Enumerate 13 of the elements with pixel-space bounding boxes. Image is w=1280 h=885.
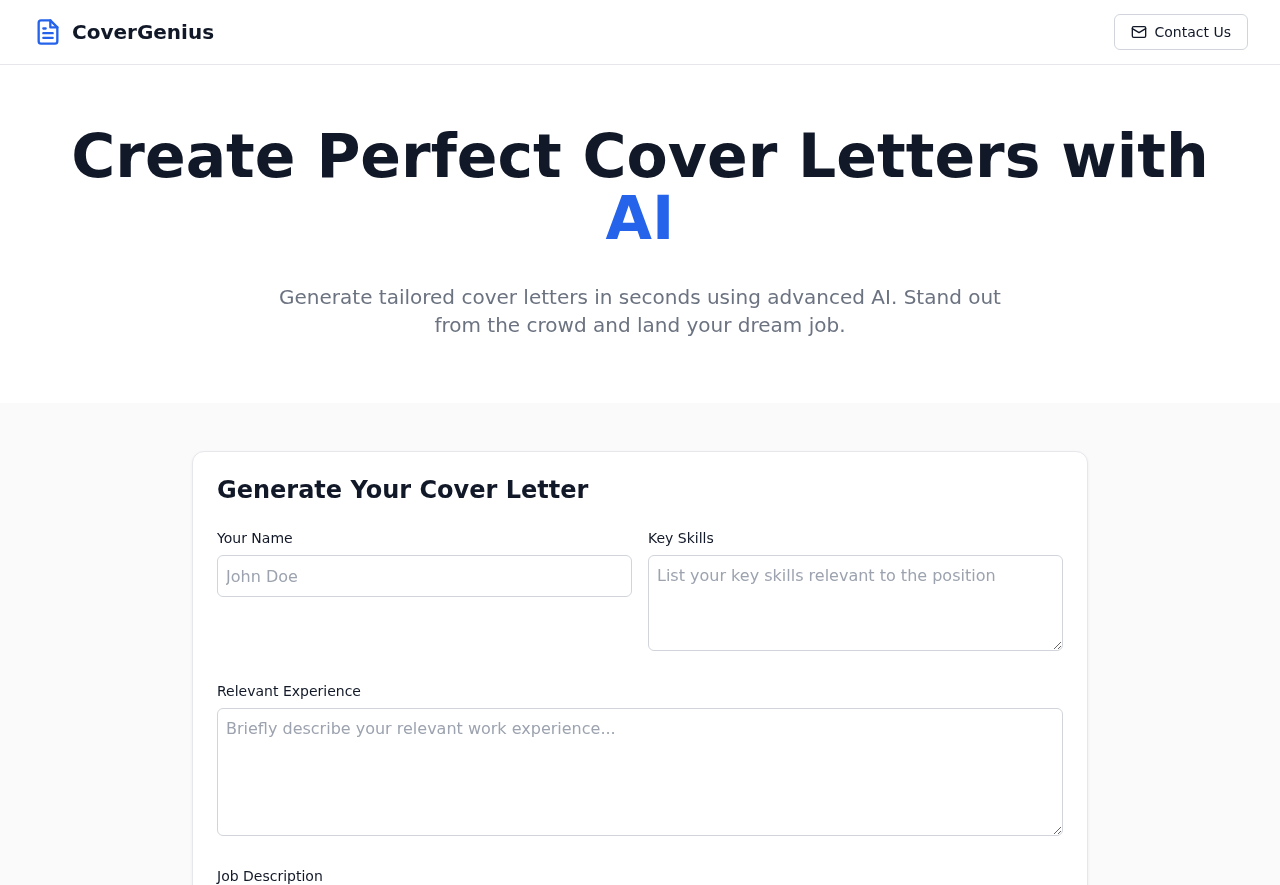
- hero-subtitle: Generate tailored cover letters in seconds using advanced AI. Stand out from the crowd and land your dream job.: [278, 284, 1002, 339]
- text-area[interactable]: List your key skills relevant to the position: [648, 555, 1063, 651]
- mail-icon: [1130, 24, 1147, 40]
- contact-button[interactable]: Contact Us: [1113, 14, 1248, 50]
- text-area[interactable]: Briefly describe your relevant work experience...: [217, 708, 1063, 836]
- field-label: Your Name: [217, 530, 294, 546]
- input-field[interactable]: John Doe: [217, 555, 632, 597]
- field-label: Job Description: [217, 868, 324, 884]
- field-label: Relevant Experience: [217, 683, 362, 699]
- field-label: Key Skills: [648, 530, 715, 546]
- hero-title: Create Perfect Cover Letters with AI: [70, 125, 1210, 249]
- brand-name: CoverGenius: [72, 20, 215, 44]
- form-title: Generate Your Cover Letter: [217, 476, 590, 504]
